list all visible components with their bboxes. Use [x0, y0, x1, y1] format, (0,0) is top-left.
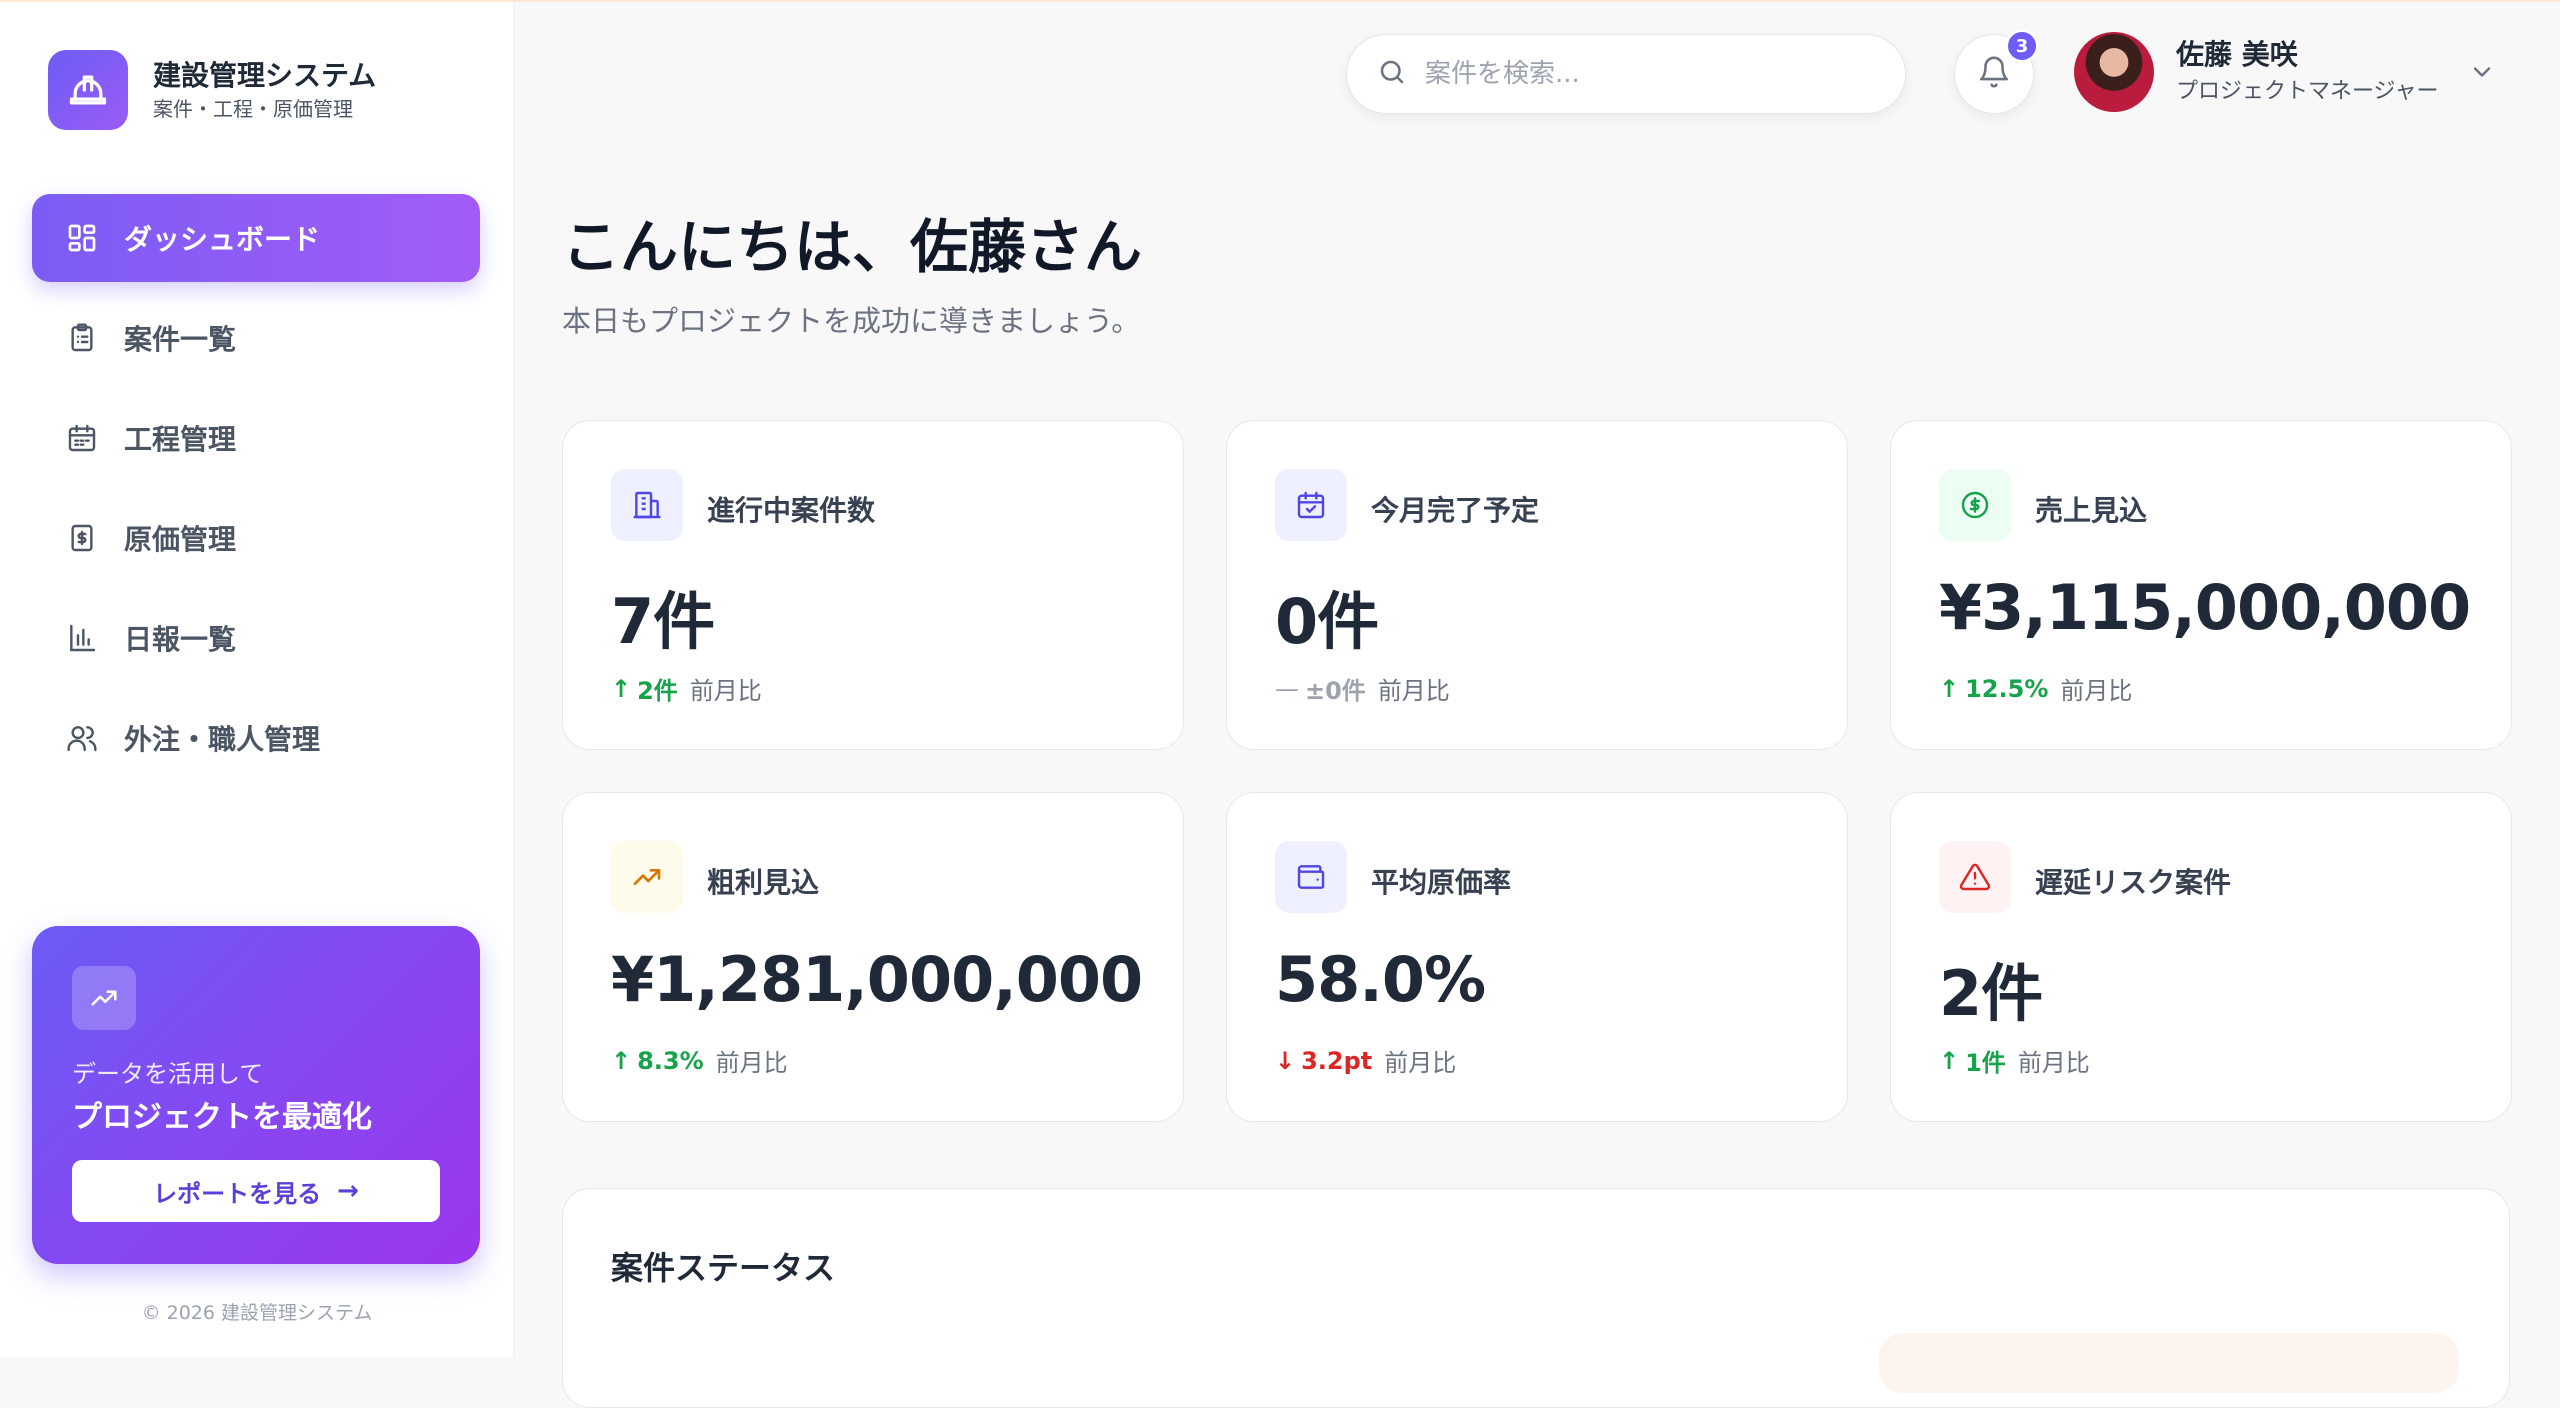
view-report-button-label: レポートを見る	[153, 1179, 322, 1208]
trending-up-icon	[72, 966, 136, 1030]
brand-title: 建設管理システム	[153, 59, 377, 92]
user-name: 佐藤 美咲	[2176, 38, 2298, 71]
users-icon	[64, 720, 100, 756]
trending-up-icon	[611, 841, 683, 913]
calendar-icon	[64, 420, 100, 456]
stat-delta: ↑ 2件 前月比	[611, 671, 762, 706]
stat-card-active-projects[interactable]: 進行中案件数 7件 ↑ 2件 前月比	[562, 420, 1184, 750]
delta-compare-label: 前月比	[2017, 1049, 2090, 1077]
stat-value: ¥1,281,000,000	[611, 943, 1143, 1016]
promo-card: データを活用して プロジェクトを最適化 レポートを見る →	[32, 926, 480, 1264]
trend-down-arrow: ↓	[1275, 1046, 1296, 1075]
delta-value: ±0件	[1305, 677, 1366, 705]
chevron-down-icon[interactable]	[2468, 58, 2496, 90]
stat-delta: ↑ 8.3% 前月比	[611, 1043, 788, 1078]
promo-heading: プロジェクトを最適化	[72, 1100, 372, 1135]
bell-icon	[1977, 55, 2011, 93]
arrow-right-icon: →	[337, 1176, 359, 1206]
sidebar-item-daily-reports[interactable]: 日報一覧	[32, 594, 480, 682]
search-bar[interactable]	[1346, 34, 1906, 114]
search-icon	[1377, 57, 1407, 91]
sidebar: 建設管理システム 案件・工程・原価管理 ダッシュボード 案件一覧 工程管理 原価…	[0, 0, 514, 1358]
stat-value: 58.0%	[1275, 943, 1486, 1016]
status-highlight-panel	[1879, 1333, 2459, 1393]
user-menu[interactable]: 佐藤 美咲 プロジェクトマネージャー	[2074, 32, 2438, 112]
sidebar-item-schedule[interactable]: 工程管理	[32, 394, 480, 482]
trend-flat-dash: —	[1275, 674, 1299, 703]
dollar-circle-icon	[1939, 469, 2011, 541]
sidebar-item-label: 日報一覧	[124, 623, 237, 656]
notification-badge: 3	[2006, 30, 2038, 62]
stat-title: 今月完了予定	[1371, 494, 1540, 527]
top-accent-line	[0, 0, 2560, 2]
calendar-check-icon	[1275, 469, 1347, 541]
sidebar-item-dashboard[interactable]: ダッシュボード	[32, 194, 480, 282]
trend-up-arrow: ↑	[611, 674, 632, 703]
stat-title: 平均原価率	[1371, 866, 1512, 899]
delta-compare-label: 前月比	[689, 677, 762, 705]
brand[interactable]: 建設管理システム 案件・工程・原価管理	[48, 50, 376, 130]
brand-subtitle: 案件・工程・原価管理	[153, 97, 353, 121]
stat-title: 進行中案件数	[707, 494, 876, 527]
stat-card-gross-profit[interactable]: 粗利見込 ¥1,281,000,000 ↑ 8.3% 前月比	[562, 792, 1184, 1122]
building-icon	[611, 469, 683, 541]
stat-value: 0件	[1275, 585, 1379, 658]
sidebar-item-label: ダッシュボード	[124, 223, 321, 256]
wallet-icon	[1275, 841, 1347, 913]
search-input[interactable]	[1425, 59, 1865, 89]
delta-value: 1件	[1965, 1049, 2006, 1077]
stat-card-revenue-forecast[interactable]: 売上見込 ¥3,115,000,000 ↑ 12.5% 前月比	[1890, 420, 2512, 750]
delta-compare-label: 前月比	[715, 1049, 788, 1077]
stat-card-cost-ratio[interactable]: 平均原価率 58.0% ↓ 3.2pt 前月比	[1226, 792, 1848, 1122]
receipt-icon	[64, 520, 100, 556]
delta-compare-label: 前月比	[1384, 1049, 1457, 1077]
section-title: 案件ステータス	[611, 1249, 836, 1287]
sidebar-item-subcontractors[interactable]: 外注・職人管理	[32, 694, 480, 782]
sidebar-item-label: 外注・職人管理	[124, 723, 321, 756]
copyright: © 2026 建設管理システム	[141, 1302, 373, 1324]
stat-delta: ↑ 12.5% 前月比	[1939, 671, 2132, 706]
delta-value: 2件	[637, 677, 678, 705]
sidebar-nav: ダッシュボード 案件一覧 工程管理 原価管理 日報一覧 外注・職人管理	[32, 194, 480, 794]
sidebar-item-projects[interactable]: 案件一覧	[32, 294, 480, 382]
stat-delta: ↑ 1件 前月比	[1939, 1043, 2090, 1078]
project-status-section: 案件ステータス	[562, 1188, 2510, 1408]
user-role: プロジェクトマネージャー	[2176, 79, 2439, 104]
delta-compare-label: 前月比	[2060, 677, 2133, 705]
stat-title: 粗利見込	[707, 866, 820, 899]
stat-title: 売上見込	[2035, 494, 2148, 527]
stat-value: 7件	[611, 585, 715, 658]
delta-value: 12.5%	[1965, 674, 2049, 703]
promo-text: データを活用して	[72, 1060, 264, 1088]
sidebar-item-label: 案件一覧	[124, 323, 237, 356]
grid-icon	[64, 220, 100, 256]
sidebar-item-label: 工程管理	[124, 423, 237, 456]
stat-delta: — ±0件 前月比	[1275, 671, 1450, 706]
page-subtitle: 本日もプロジェクトを成功に導きましょう。	[562, 304, 1141, 338]
trend-up-arrow: ↑	[1939, 674, 1960, 703]
page-title: こんにちは、佐藤さん	[562, 213, 1143, 281]
hard-hat-icon	[48, 50, 128, 130]
stat-card-completion-this-month[interactable]: 今月完了予定 0件 — ±0件 前月比	[1226, 420, 1848, 750]
stat-value: ¥3,115,000,000	[1939, 571, 2471, 644]
clipboard-icon	[64, 320, 100, 356]
alert-triangle-icon	[1939, 841, 2011, 913]
stat-delta: ↓ 3.2pt 前月比	[1275, 1043, 1456, 1078]
delta-value: 8.3%	[637, 1046, 704, 1075]
stat-title: 遅延リスク案件	[2035, 866, 2232, 899]
trend-up-arrow: ↑	[1939, 1046, 1960, 1075]
stat-value: 2件	[1939, 957, 2043, 1030]
trend-up-arrow: ↑	[611, 1046, 632, 1075]
bar-chart-icon	[64, 620, 100, 656]
stat-card-delay-risk[interactable]: 遅延リスク案件 2件 ↑ 1件 前月比	[1890, 792, 2512, 1122]
sidebar-item-cost[interactable]: 原価管理	[32, 494, 480, 582]
view-report-button[interactable]: レポートを見る →	[72, 1160, 440, 1222]
sidebar-item-label: 原価管理	[124, 523, 237, 556]
delta-value: 3.2pt	[1301, 1046, 1373, 1075]
delta-compare-label: 前月比	[1377, 677, 1450, 705]
avatar	[2074, 32, 2154, 112]
